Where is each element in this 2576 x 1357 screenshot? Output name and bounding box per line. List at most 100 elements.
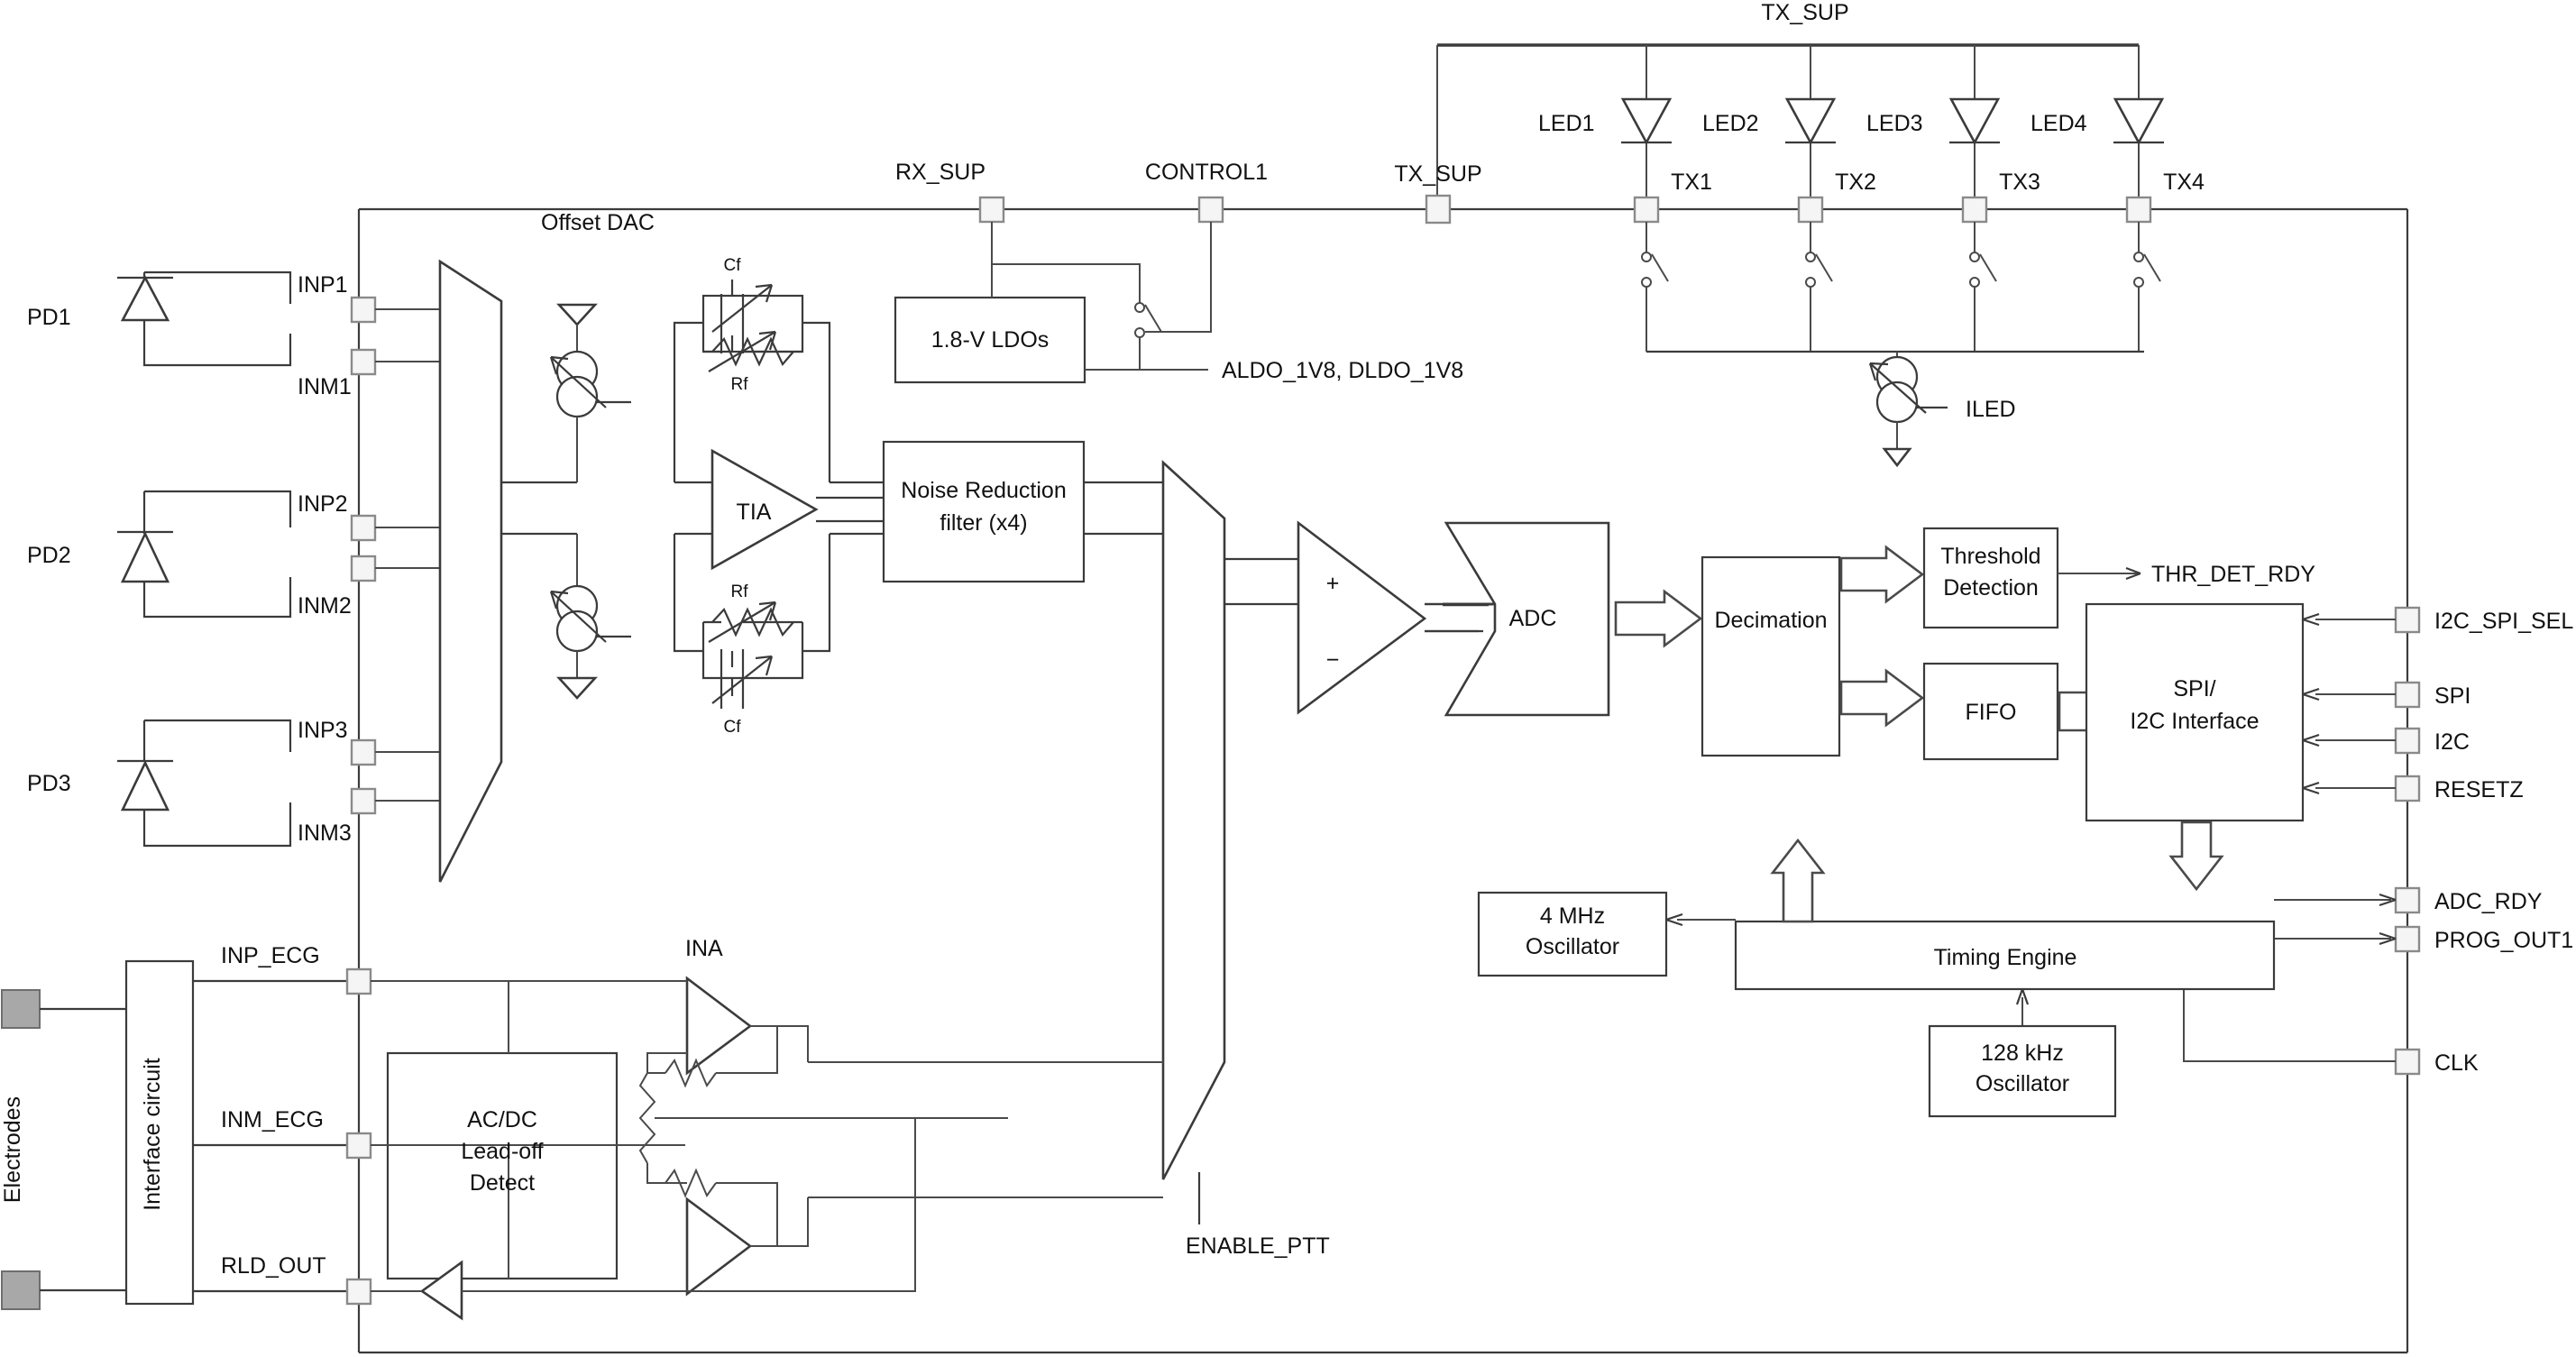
pin-prog-out1[interactable] bbox=[2394, 925, 2421, 953]
leadoff-label-1: AC/DC bbox=[467, 1107, 537, 1132]
led2-symbol bbox=[1784, 97, 1837, 145]
pin-rx-sup[interactable] bbox=[978, 196, 1005, 224]
pin-adc-rdy[interactable] bbox=[2394, 886, 2421, 914]
interface-label-1: SPI/ bbox=[2173, 676, 2215, 701]
pin-control1[interactable] bbox=[1197, 196, 1224, 224]
led4-symbol bbox=[2113, 97, 2165, 145]
tx3-label: TX3 bbox=[1999, 170, 2040, 195]
osc-4mhz-label-2: Oscillator bbox=[1526, 934, 1619, 959]
i2c-spi-sel-label: I2C_SPI_SEL bbox=[2434, 609, 2573, 634]
enable-ptt-label: ENABLE_PTT bbox=[1186, 1233, 1330, 1259]
interface-label-2: I2C Interface bbox=[2130, 709, 2259, 734]
rx-input-mux bbox=[438, 259, 577, 883]
led3-symbol bbox=[1948, 97, 2001, 145]
pin-tx1[interactable] bbox=[1633, 196, 1660, 224]
led1-symbol bbox=[1620, 97, 1673, 145]
timing-to-4mhz-wire bbox=[1665, 912, 1736, 927]
tx-sup-rail-label: TX_SUP bbox=[1761, 0, 1848, 25]
pin-tx4[interactable] bbox=[2125, 196, 2152, 224]
electrodes-label: Electrodes bbox=[0, 1096, 25, 1203]
tx-switch-network bbox=[1641, 222, 2161, 353]
pin-spi[interactable] bbox=[2394, 681, 2421, 709]
fifo-label: FIFO bbox=[1966, 700, 2017, 725]
decimation-to-fifo-arrow bbox=[1839, 668, 1925, 728]
block-diagram-canvas: TX_SUP LED1 LED2 LED3 LED4 RX_SUP CONTRO… bbox=[0, 0, 2576, 1357]
inp3-label: INP3 bbox=[298, 718, 348, 743]
thr-det-rdy-label: THR_DET_RDY bbox=[2151, 562, 2315, 587]
tia-label: TIA bbox=[737, 500, 772, 525]
ldo-output-label: ALDO_1V8, DLDO_1V8 bbox=[1222, 358, 1463, 383]
cf-lower-label: Cf bbox=[724, 718, 742, 737]
pin-inm-ecg[interactable] bbox=[345, 1132, 372, 1160]
adc-to-decimation-arrow bbox=[1614, 589, 1703, 648]
pga-differential-amp bbox=[1297, 520, 1479, 715]
offset-dac-lower bbox=[549, 534, 631, 700]
iled-label: ILED bbox=[1966, 397, 2016, 422]
minus-sign: − bbox=[1326, 647, 1340, 673]
noise-filter-label-1: Noise Reduction bbox=[901, 478, 1066, 503]
tx4-label: TX4 bbox=[2163, 170, 2205, 195]
interface-circuit-label: Interface circuit bbox=[140, 1058, 165, 1211]
ina-amplifier-top bbox=[646, 976, 809, 1088]
resetz-label: RESETZ bbox=[2434, 777, 2524, 802]
led2-label: LED2 bbox=[1702, 111, 1759, 136]
photodiode-3-group bbox=[117, 719, 440, 848]
ina-label: INA bbox=[685, 936, 723, 961]
inm1-label: INM1 bbox=[298, 374, 352, 399]
plus-sign: + bbox=[1326, 571, 1340, 596]
pin-resetz[interactable] bbox=[2394, 775, 2421, 802]
timing-engine-up-arrow bbox=[1770, 838, 1826, 923]
photodiode-2-group bbox=[117, 490, 440, 619]
leadoff-label-2: Lead-off bbox=[461, 1139, 543, 1164]
clk-label: CLK bbox=[2434, 1050, 2479, 1076]
led3-label: LED3 bbox=[1866, 111, 1923, 136]
inp-ecg-label: INP_ECG bbox=[221, 943, 320, 968]
offset-dac-upper bbox=[549, 303, 631, 482]
pin-tx-sup[interactable] bbox=[1425, 194, 1452, 225]
osc128-to-timing-wire bbox=[2015, 988, 2030, 1026]
pd2-label: PD2 bbox=[27, 543, 71, 568]
pin-i2c-spi-sel[interactable] bbox=[2394, 606, 2421, 634]
tx1-label: TX1 bbox=[1671, 170, 1712, 195]
interface-to-timing-arrow bbox=[2168, 821, 2224, 892]
spi-label: SPI bbox=[2434, 683, 2471, 709]
tia-amplifier bbox=[674, 448, 884, 571]
iled-current-source bbox=[1868, 352, 1948, 468]
rf-lower-label: Rf bbox=[731, 582, 749, 601]
inm2-label: INM2 bbox=[298, 593, 352, 619]
led1-label: LED1 bbox=[1538, 111, 1595, 136]
rld-out-label: RLD_OUT bbox=[221, 1253, 326, 1279]
tx2-label: TX2 bbox=[1835, 170, 1876, 195]
rf-upper-label: Rf bbox=[731, 375, 749, 394]
timing-engine-label: Timing Engine bbox=[1934, 945, 2077, 970]
electrode-top bbox=[1, 989, 126, 1029]
inm-ecg-label: INM_ECG bbox=[221, 1107, 324, 1132]
prog-out1-label: PROG_OUT1 bbox=[2434, 928, 2573, 953]
osc-4mhz-label-1: 4 MHz bbox=[1540, 903, 1605, 929]
pin-tx2[interactable] bbox=[1797, 196, 1824, 224]
threshold-label-1: Threshold bbox=[1940, 544, 2040, 569]
decimation-block bbox=[1701, 555, 1841, 757]
pin-i2c[interactable] bbox=[2394, 727, 2421, 755]
tx-sup-pin-label: TX_SUP bbox=[1394, 161, 1481, 187]
pin-clk[interactable] bbox=[2394, 1048, 2421, 1076]
inm3-label: INM3 bbox=[298, 821, 352, 846]
pin-inp-ecg[interactable] bbox=[345, 967, 372, 995]
pin-rld-out[interactable] bbox=[345, 1278, 372, 1306]
photodiode-1-group bbox=[117, 270, 440, 376]
feedback-network-upper bbox=[673, 280, 831, 482]
inp1-label: INP1 bbox=[298, 272, 348, 298]
control1-label: CONTROL1 bbox=[1145, 160, 1268, 185]
decimation-to-threshold-arrow bbox=[1839, 545, 1925, 604]
feedback-network-lower bbox=[673, 534, 831, 709]
ina-gain-resistor bbox=[638, 1072, 1008, 1184]
leadoff-label-3: Detect bbox=[470, 1170, 535, 1196]
decimation-label: Decimation bbox=[1714, 608, 1827, 633]
i2c-label: I2C bbox=[2434, 729, 2470, 755]
ldo-label: 1.8-V LDOs bbox=[931, 327, 1050, 353]
osc-128khz-label-1: 128 kHz bbox=[1981, 1041, 2064, 1066]
pin-tx3[interactable] bbox=[1961, 196, 1988, 224]
noise-filter-label-2: filter (x4) bbox=[940, 510, 1027, 536]
inp2-label: INP2 bbox=[298, 491, 348, 517]
adc-label: ADC bbox=[1509, 606, 1557, 631]
